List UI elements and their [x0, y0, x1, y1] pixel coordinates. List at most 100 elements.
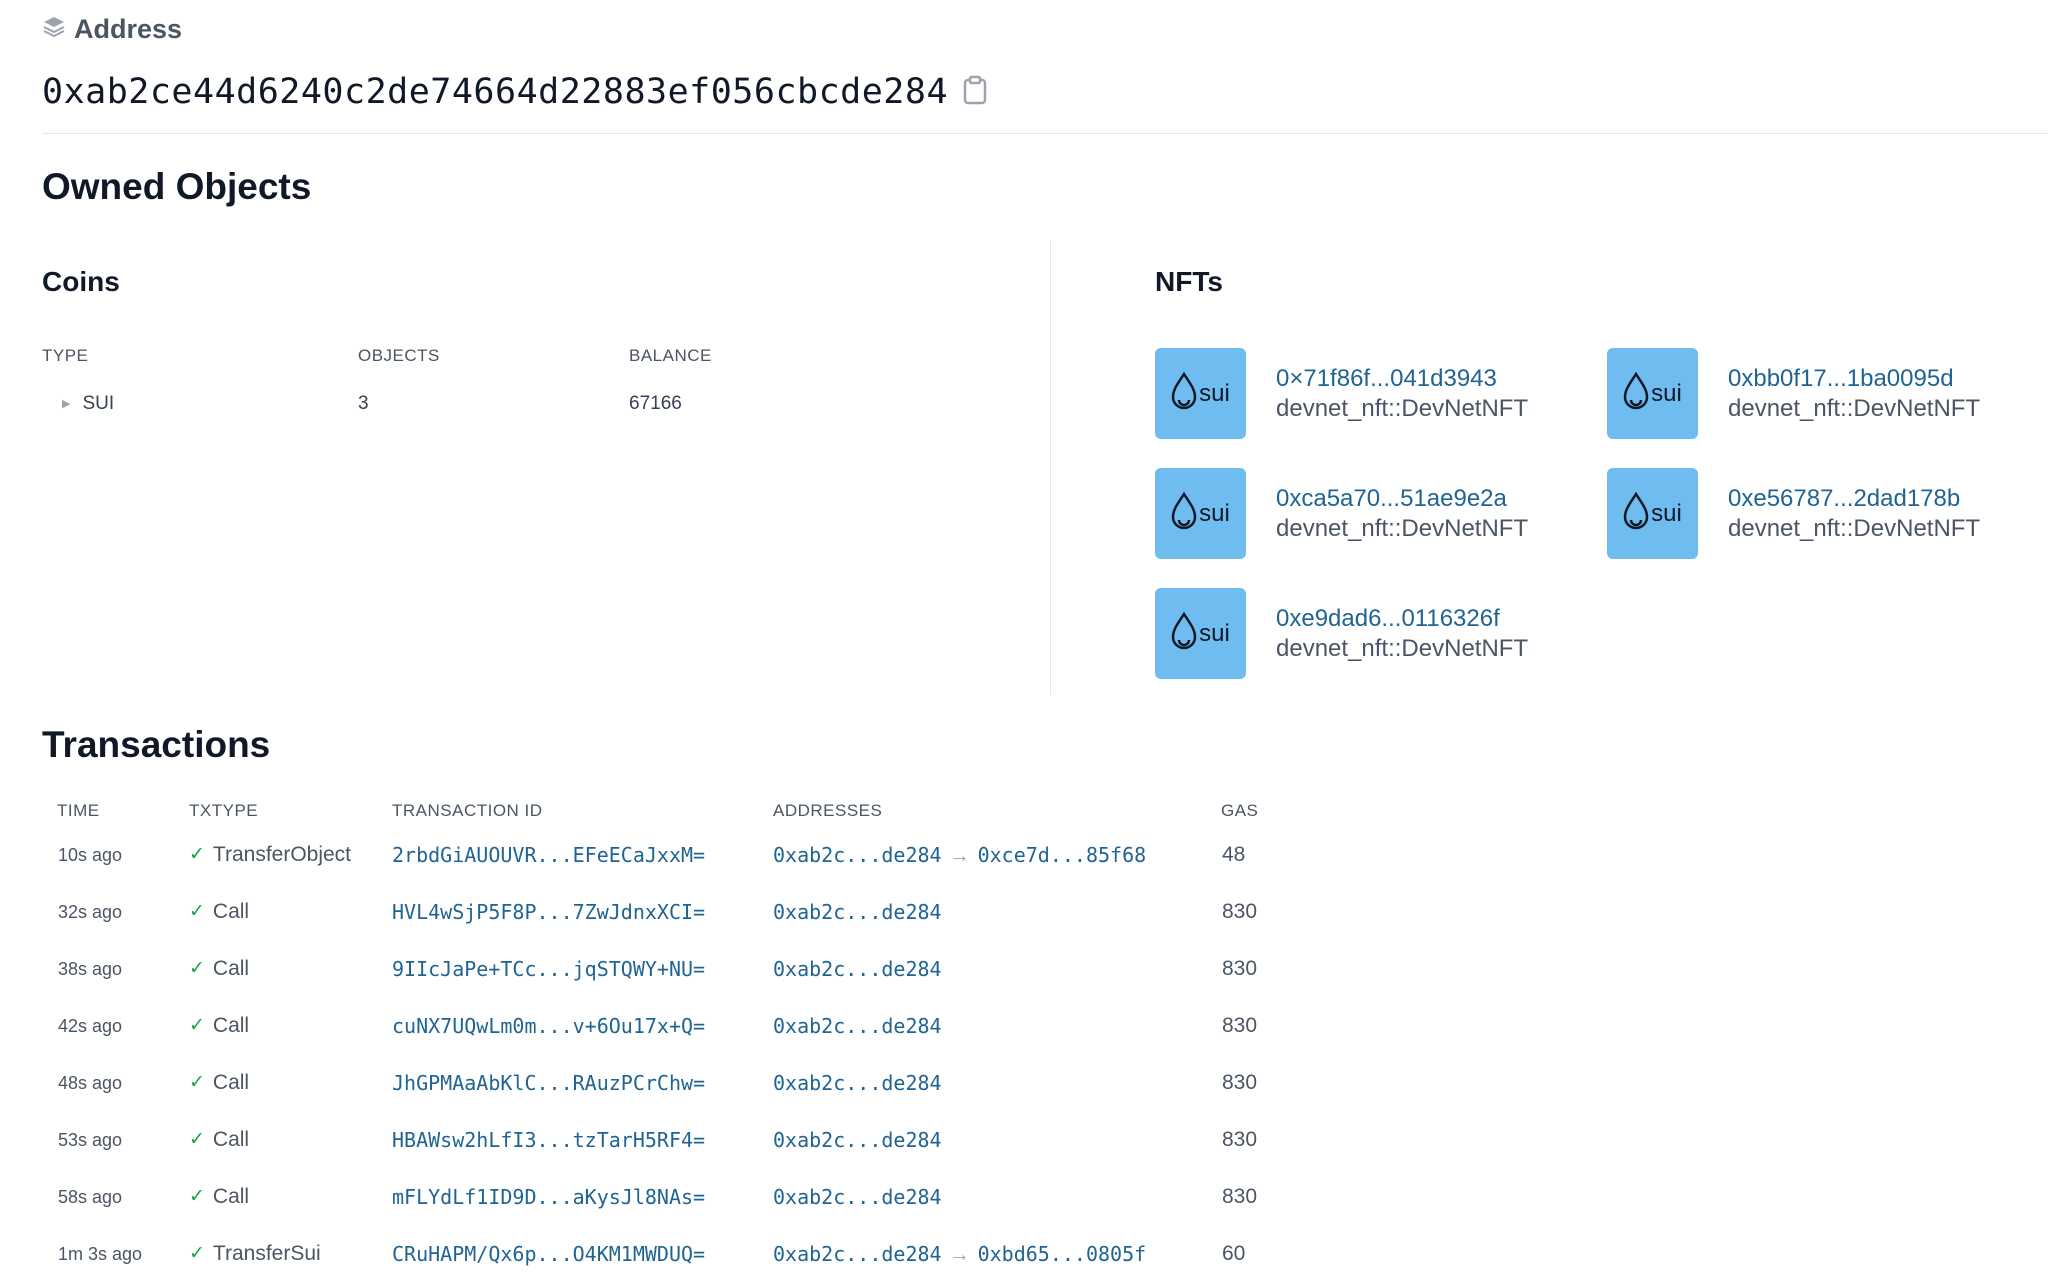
check-icon: ✓ [189, 1243, 205, 1264]
check-icon: ✓ [189, 958, 205, 979]
owned-objects-title: Owned Objects [42, 166, 312, 207]
tx-id-link[interactable]: 9IIcJaPe+TCc...jqSTQWY+NU= [392, 954, 705, 984]
tx-type-label: Call [212, 900, 250, 923]
tx-header-txtype: TXTYPE [189, 801, 259, 820]
nft-card[interactable]: sui 0xe9dad6...0116326f devnet_nft::DevN… [1155, 588, 1528, 679]
nft-card[interactable]: sui 0xe56787...2dad178b devnet_nft::DevN… [1607, 468, 1980, 559]
tx-type: ✓ Call [189, 1011, 249, 1041]
tx-type-label: Call [212, 1071, 250, 1094]
coin-type: SUI [82, 393, 115, 414]
tx-id-link[interactable]: HBAWsw2hLfI3...tzTarH5RF4= [392, 1125, 705, 1155]
nfts-title: NFTs [1155, 266, 1223, 297]
nft-thumb-label: sui [1651, 499, 1682, 527]
nft-type: devnet_nft::DevNetNFT [1728, 514, 1981, 542]
tx-type-label: Call [212, 1185, 250, 1208]
table-row: 38s ago ✓ Call 9IIcJaPe+TCc...jqSTQWY+NU=… [0, 954, 1400, 994]
nft-type: devnet_nft::DevNetNFT [1276, 514, 1529, 542]
check-icon: ✓ [189, 1015, 205, 1036]
table-row: 1m 3s ago ✓ TransferSui CRuHAPM/Qx6p...O4… [0, 1239, 1400, 1279]
tx-type-label: Call [212, 957, 250, 980]
tx-from-link[interactable]: 0xab2c...de284 [773, 1128, 942, 1152]
clipboard-icon[interactable] [962, 75, 988, 110]
tx-gas: 830 [1222, 900, 1258, 923]
nft-thumbnail[interactable]: sui [1155, 468, 1246, 559]
tx-type: ✓ Call [189, 897, 249, 927]
coin-type-cell[interactable]: ▶ SUI [62, 393, 114, 415]
coin-balance: 67166 [629, 393, 682, 414]
coins-header-balance: BALANCE [629, 346, 712, 365]
tx-from-link[interactable]: 0xab2c...de284 [773, 1242, 942, 1266]
expand-caret-icon[interactable]: ▶ [62, 397, 70, 410]
nft-thumbnail[interactable]: sui [1607, 468, 1698, 559]
nft-thumb-label: sui [1199, 499, 1230, 527]
table-row: 10s ago ✓ TransferObject 2rbdGiAUOUVR...E… [0, 840, 1400, 880]
header-divider [42, 133, 2048, 134]
column-divider [1050, 240, 1051, 695]
nft-id-link[interactable]: 0xe56787...2dad178b [1728, 485, 1980, 513]
tx-type-label: TransferObject [212, 843, 352, 866]
address-title: 0xab2ce44d6240c2de74664d22883ef056cbcde2… [42, 72, 949, 112]
nft-id-link[interactable]: 0xbb0f17...1ba0095d [1728, 365, 1980, 393]
tx-time: 58s ago [58, 1187, 123, 1207]
tx-time: 10s ago [58, 845, 123, 865]
tx-time: 1m 3s ago [58, 1244, 143, 1264]
tx-addresses: 0xab2c...de284 [773, 1182, 942, 1215]
page-header: Address [42, 14, 182, 45]
table-row: 48s ago ✓ Call JhGPMAaAbKlC...RAuzPCrChw=… [0, 1068, 1400, 1108]
tx-gas: 48 [1222, 843, 1246, 866]
nft-card[interactable]: sui 0xca5a70...51ae9e2a devnet_nft::DevN… [1155, 468, 1528, 559]
tx-addresses: 0xab2c...de284 [773, 1011, 942, 1044]
tx-to-link[interactable]: 0xce7d...85f68 [978, 843, 1147, 867]
check-icon: ✓ [189, 1186, 205, 1207]
nft-thumbnail[interactable]: sui [1607, 348, 1698, 439]
nft-card[interactable]: sui 0xbb0f17...1ba0095d devnet_nft::DevN… [1607, 348, 1980, 439]
tx-gas: 830 [1222, 1185, 1258, 1208]
tx-gas: 830 [1222, 957, 1258, 980]
check-icon: ✓ [189, 1129, 205, 1150]
coins-header-objects: OBJECTS [358, 346, 440, 365]
nft-id-link[interactable]: 0xe9dad6...0116326f [1276, 605, 1528, 633]
nft-id-link[interactable]: 0×71f86f...041d3943 [1276, 365, 1528, 393]
tx-id-link[interactable]: cuNX7UQwLm0m...v+6Ou17x+Q= [392, 1011, 705, 1041]
tx-addresses: 0xab2c...de284 [773, 1068, 942, 1101]
tx-from-link[interactable]: 0xab2c...de284 [773, 1071, 942, 1095]
arrow-right-icon: → [949, 845, 970, 867]
tx-id-link[interactable]: 2rbdGiAUOUVR...EFeECaJxxM= [392, 840, 705, 870]
tx-id-link[interactable]: CRuHAPM/Qx6p...O4KM1MWDUQ= [392, 1239, 705, 1269]
nft-id-link[interactable]: 0xca5a70...51ae9e2a [1276, 485, 1528, 513]
tx-addresses: 0xab2c...de284 [773, 954, 942, 987]
tx-id-link[interactable]: HVL4wSjP5F8P...7ZwJdnxXCI= [392, 897, 705, 927]
page-label: Address [74, 14, 183, 44]
layers-icon [42, 15, 66, 44]
sui-drop-icon [1171, 611, 1197, 656]
tx-addresses: 0xab2c...de284 [773, 897, 942, 930]
tx-type-label: TransferSui [212, 1242, 321, 1265]
tx-type: ✓ Call [189, 1068, 249, 1098]
tx-time: 48s ago [58, 1073, 123, 1093]
sui-drop-icon [1171, 491, 1197, 536]
address-row: 0xab2ce44d6240c2de74664d22883ef056cbcde2… [42, 72, 988, 112]
table-row: 53s ago ✓ Call HBAWsw2hLfI3...tzTarH5RF4=… [0, 1125, 1400, 1165]
tx-from-link[interactable]: 0xab2c...de284 [773, 1185, 942, 1209]
sui-drop-icon [1623, 491, 1649, 536]
nft-thumb-label: sui [1199, 619, 1230, 647]
check-icon: ✓ [189, 844, 205, 865]
check-icon: ✓ [189, 1072, 205, 1093]
tx-type: ✓ TransferObject [189, 840, 351, 870]
nft-thumbnail[interactable]: sui [1155, 348, 1246, 439]
tx-from-link[interactable]: 0xab2c...de284 [773, 900, 942, 924]
tx-from-link[interactable]: 0xab2c...de284 [773, 843, 942, 867]
tx-gas: 830 [1222, 1071, 1258, 1094]
nft-card[interactable]: sui 0×71f86f...041d3943 devnet_nft::DevN… [1155, 348, 1528, 439]
nft-type: devnet_nft::DevNetNFT [1728, 394, 1981, 422]
tx-from-link[interactable]: 0xab2c...de284 [773, 1014, 942, 1038]
nft-thumbnail[interactable]: sui [1155, 588, 1246, 679]
tx-id-link[interactable]: mFLYdLf1ID9D...aKysJl8NAs= [392, 1182, 705, 1212]
tx-type: ✓ TransferSui [189, 1239, 321, 1269]
tx-id-link[interactable]: JhGPMAaAbKlC...RAuzPCrChw= [392, 1068, 705, 1098]
tx-time: 38s ago [58, 959, 123, 979]
sui-drop-icon [1623, 371, 1649, 416]
tx-to-link[interactable]: 0xbd65...0805f [978, 1242, 1147, 1266]
tx-from-link[interactable]: 0xab2c...de284 [773, 957, 942, 981]
tx-time: 42s ago [58, 1016, 123, 1036]
